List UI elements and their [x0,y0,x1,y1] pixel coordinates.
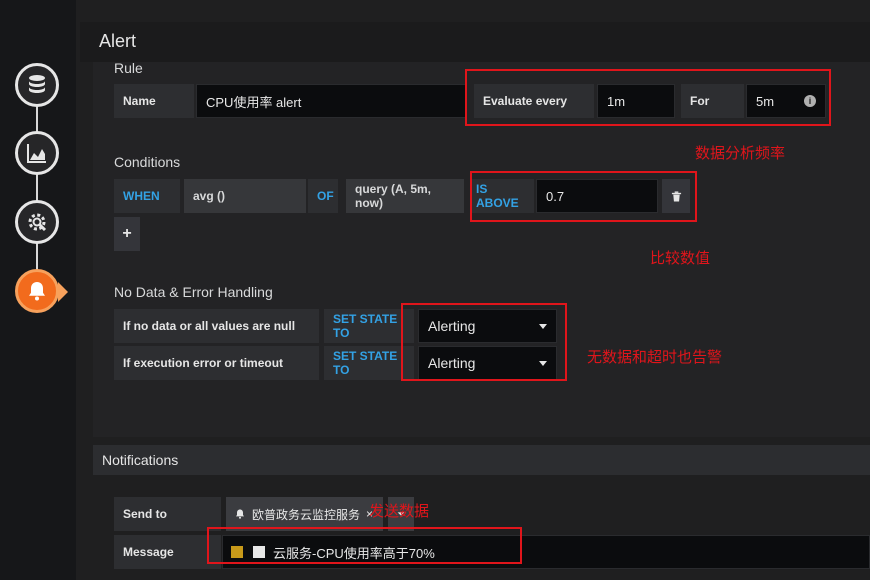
conditions-section-label: Conditions [114,154,181,170]
active-step-pointer [58,282,68,302]
rule-section-label: Rule [114,60,143,76]
step-rail [0,0,76,580]
database-icon [29,75,45,93]
notification-channel-tag[interactable]: 欧普政务云监控服务 × [226,497,383,531]
annotation-frequency: 数据分析频率 [695,145,786,162]
page-title: Alert [99,31,137,51]
annotation-box-compare [470,171,697,222]
rail-connector [36,100,38,280]
step-alert[interactable] [15,269,59,313]
notification-channel-name: 欧普政务云监控服务 [252,507,361,522]
step-general[interactable] [15,200,59,244]
of-keyword: OF [308,179,338,213]
chart-icon [27,144,46,163]
when-keyword: WHEN [114,179,180,213]
error-row-label: If execution error or timeout [114,346,319,380]
query-selector[interactable]: query (A, 5m, now) [346,179,464,213]
annotation-nodata: 无数据和超时也告警 [587,349,723,366]
message-label: Message [114,535,221,569]
bell-icon [29,282,45,301]
annotation-box-nodata [401,303,567,381]
send-to-label: Send to [114,497,221,531]
bell-icon [236,509,244,519]
step-queries[interactable] [15,63,59,107]
reducer-selector[interactable]: avg () [184,179,306,213]
annotation-box-message [207,527,522,564]
step-visualization[interactable] [15,131,59,175]
rule-name-input[interactable]: CPU使用率 alert [196,84,466,118]
nodata-row-label: If no data or all values are null [114,309,319,343]
add-condition-button[interactable]: + [114,217,140,251]
annotation-compare: 比较数值 [650,250,711,267]
annotation-box-frequency [465,69,831,126]
notifications-header: Notifications [93,445,870,475]
nodata-section-label: No Data & Error Handling [114,284,273,300]
annotation-send: 发送数据 [369,503,430,520]
title-bar [80,22,870,62]
settings-gear-icon [28,213,47,232]
rule-name-label: Name [114,84,194,118]
